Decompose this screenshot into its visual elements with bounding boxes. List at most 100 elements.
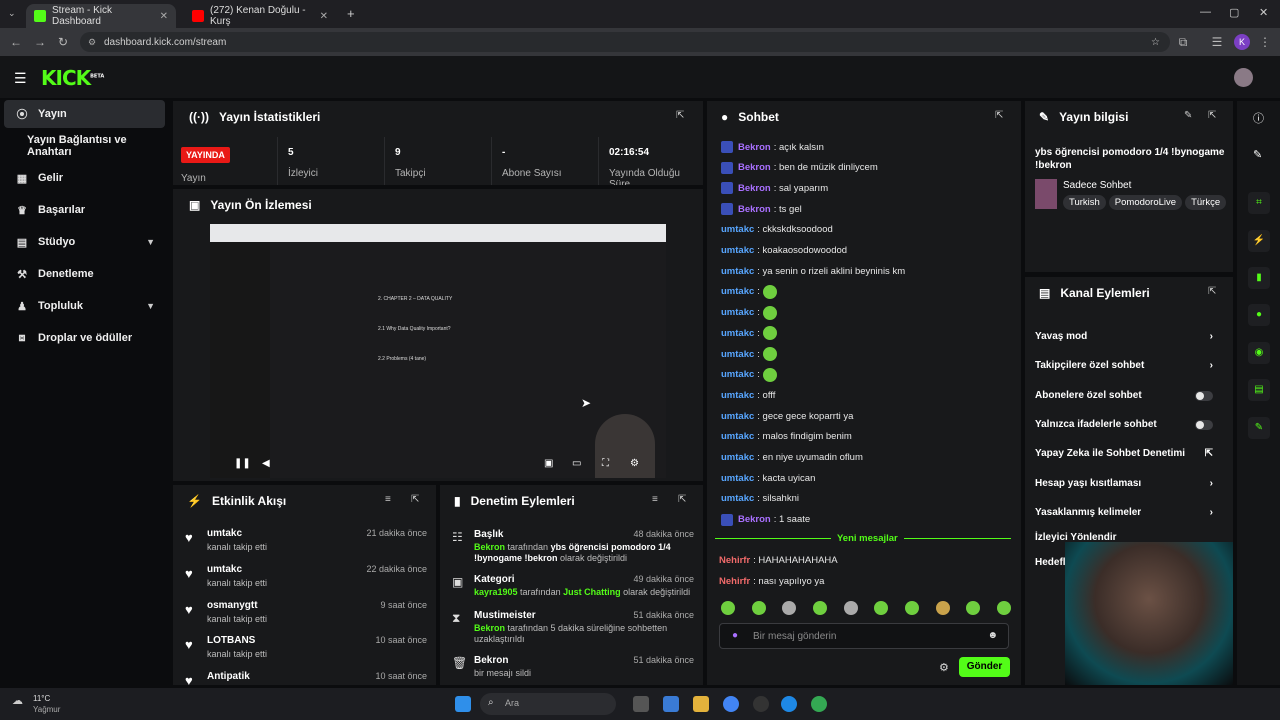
edit-pencil-icon[interactable]: ✎ [1184, 110, 1192, 121]
actor-link[interactable]: Bekron [474, 623, 505, 633]
pip-icon[interactable]: ▣ [544, 458, 553, 469]
volume-icon[interactable]: ◀ [262, 458, 270, 469]
emote-icon[interactable] [721, 601, 735, 615]
extensions-icon[interactable]: ⧉ [1175, 34, 1191, 50]
browser-menu-icon[interactable]: ⋮ [1257, 34, 1273, 50]
popout-icon[interactable]: ⇱ [411, 494, 419, 505]
event-user[interactable]: Antipatik [207, 671, 250, 682]
chat-settings-gear-icon[interactable]: ⚙ [939, 661, 949, 674]
chat-username[interactable]: umtakc [721, 473, 754, 484]
app-icon[interactable] [781, 696, 797, 712]
taskbar-search[interactable]: ⌕ Ara [480, 693, 616, 715]
sidebar-item-yayin[interactable]: ⦿ Yayın [4, 100, 165, 128]
chrome-icon[interactable] [723, 696, 739, 712]
subscribers-only-toggle[interactable] [1195, 390, 1213, 401]
emote-icon[interactable] [751, 601, 766, 615]
chat-username[interactable]: umtakc [721, 452, 754, 463]
new-tab-icon[interactable]: + [347, 6, 355, 21]
wrench-icon[interactable]: ✎ [1248, 417, 1270, 439]
chat-username[interactable]: Bekron [738, 142, 771, 153]
microphone-icon[interactable]: ● [732, 630, 738, 641]
sidebar-item-stream-key[interactable]: Yayın Bağlantısı ve Anahtarı [4, 132, 170, 160]
popout-icon[interactable]: ⇱ [1208, 286, 1216, 297]
chat-bubble-icon[interactable]: ● [1248, 304, 1270, 326]
stream-mode-icon[interactable]: ⌗ [1248, 192, 1270, 214]
emote-icon[interactable] [904, 601, 919, 615]
emote-only-toggle[interactable] [1195, 419, 1213, 430]
reload-icon[interactable]: ↻ [55, 34, 71, 50]
emote-icon[interactable] [935, 601, 950, 615]
event-user[interactable]: osmanygtt [207, 600, 258, 611]
profile-avatar[interactable]: K [1234, 34, 1250, 50]
chat-username[interactable]: umtakc [721, 411, 754, 422]
close-icon[interactable]: ✕ [160, 11, 168, 22]
action-emote-only[interactable]: Yalnızca ifadelerle sohbet [1035, 419, 1213, 430]
info-icon[interactable]: ⓘ [1253, 110, 1264, 126]
chrome-icon[interactable] [811, 696, 827, 712]
channel-icon[interactable]: ▤ [1248, 379, 1270, 401]
action-ai-moderation[interactable]: Yapay Zeka ile Sohbet Denetimi ⇱ [1035, 448, 1213, 459]
windows-start-icon[interactable] [455, 696, 471, 712]
close-window-icon[interactable]: ✕ [1259, 6, 1268, 19]
chat-username[interactable]: umtakc [721, 369, 754, 380]
chat-input[interactable]: ● Bir mesaj gönderin ☻ [719, 623, 1009, 649]
minimize-icon[interactable]: — [1200, 6, 1211, 18]
tag-chip[interactable]: Turkish [1063, 195, 1106, 210]
tab-kick-dashboard[interactable]: Stream - Kick Dashboard ✕ [26, 4, 176, 28]
popout-icon[interactable]: ⇱ [678, 494, 686, 505]
mod-shield-icon[interactable]: ▮ [1248, 267, 1270, 289]
pause-icon[interactable]: ❚❚ [234, 458, 251, 469]
app-icon[interactable] [753, 696, 769, 712]
reading-list-icon[interactable]: ☰ [1209, 34, 1225, 50]
chat-username[interactable]: Bekron [738, 183, 771, 194]
send-button[interactable]: Gönder [959, 657, 1010, 677]
action-followers-only[interactable]: Takipçilere özel sohbet › [1035, 360, 1213, 371]
sidebar-item-droplar[interactable]: ⧈ Droplar ve ödüller [4, 324, 165, 352]
emote-icon[interactable] [874, 601, 889, 615]
maximize-icon[interactable]: ▢ [1229, 6, 1239, 19]
action-banned-words[interactable]: Yasaklanmış kelimeler › [1035, 507, 1213, 518]
site-info-icon[interactable]: ⚙ [88, 37, 96, 48]
emote-icon[interactable] [843, 601, 858, 615]
chat-username[interactable]: umtakc [721, 493, 754, 504]
forward-icon[interactable]: → [32, 34, 48, 50]
edit-pencil-icon[interactable]: ✎ [1253, 148, 1262, 161]
address-bar[interactable]: ⚙ dashboard.kick.com/stream ☆ [80, 32, 1170, 52]
actor-link[interactable]: Bekron [474, 542, 505, 552]
tab-search-icon[interactable]: ⌄ [8, 8, 16, 19]
chat-username[interactable]: umtakc [721, 349, 754, 360]
video-player[interactable]: 2. CHAPTER 2 – DATA QUALITY 2.1 Why Data… [210, 224, 666, 478]
filter-icon[interactable]: ≡ [385, 494, 391, 505]
emote-icon[interactable] [996, 601, 1011, 615]
bookmark-star-icon[interactable]: ☆ [1151, 37, 1160, 48]
emote-icon[interactable] [966, 601, 981, 615]
emoji-picker-icon[interactable]: ☻ [987, 630, 998, 641]
action-account-age[interactable]: Hesap yaşı kısıtlaması › [1035, 478, 1213, 489]
event-user[interactable]: umtakc [207, 564, 242, 575]
chat-username[interactable]: umtakc [721, 224, 754, 235]
event-user[interactable]: umtakc [207, 528, 242, 539]
chat-username[interactable]: umtakc [721, 328, 754, 339]
broadcast-icon[interactable]: ◉ [1248, 342, 1270, 364]
emote-icon[interactable] [782, 601, 797, 615]
tab-youtube[interactable]: (272) Kenan Doğulu - Kurş ✕ [184, 4, 336, 28]
teams-icon[interactable] [663, 696, 679, 712]
tag-chip[interactable]: PomodoroLive [1108, 195, 1183, 210]
chat-username[interactable]: Bekron [738, 204, 771, 215]
chat-username[interactable]: umtakc [721, 307, 754, 318]
theater-icon[interactable]: ▭ [572, 458, 581, 469]
sidebar-item-topluluk[interactable]: ♟ Topluluk ▼ [4, 292, 165, 320]
hamburger-menu-icon[interactable]: ☰ [14, 70, 27, 87]
task-view-icon[interactable] [633, 696, 649, 712]
chat-username[interactable]: Nehirfr [719, 555, 750, 566]
chat-username[interactable]: Bekron [738, 514, 771, 525]
chat-username[interactable]: umtakc [721, 266, 754, 277]
chat-username[interactable]: umtakc [721, 245, 754, 256]
popout-icon[interactable]: ⇱ [1208, 110, 1216, 121]
tag-chip[interactable]: Türkçe [1185, 195, 1227, 210]
chat-username[interactable]: Bekron [738, 162, 771, 173]
kick-logo[interactable]: KICKBETA [41, 66, 104, 90]
gear-icon[interactable]: ⚙ [630, 458, 639, 469]
chat-username[interactable]: umtakc [721, 431, 754, 442]
chat-username[interactable]: umtakc [721, 390, 754, 401]
